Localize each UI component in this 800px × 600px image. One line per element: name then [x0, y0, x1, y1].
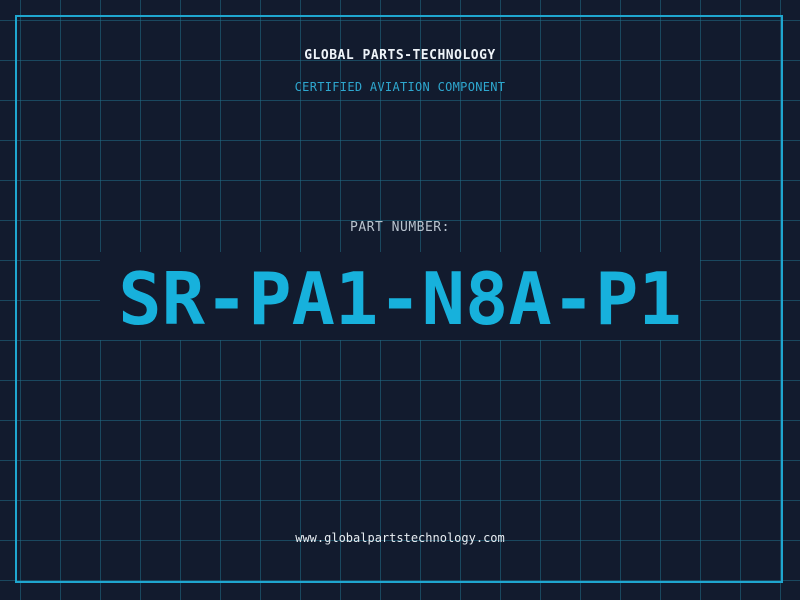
certification-subtitle: CERTIFIED AVIATION COMPONENT	[294, 80, 506, 94]
website-url: www.globalpartstechnology.com	[295, 531, 505, 545]
part-number-label: PART NUMBER:	[350, 220, 450, 235]
company-name: GLOBAL PARTS-TECHNOLOGY	[304, 48, 496, 63]
part-number-value: SR-PA1-N8A-P1	[118, 257, 682, 341]
